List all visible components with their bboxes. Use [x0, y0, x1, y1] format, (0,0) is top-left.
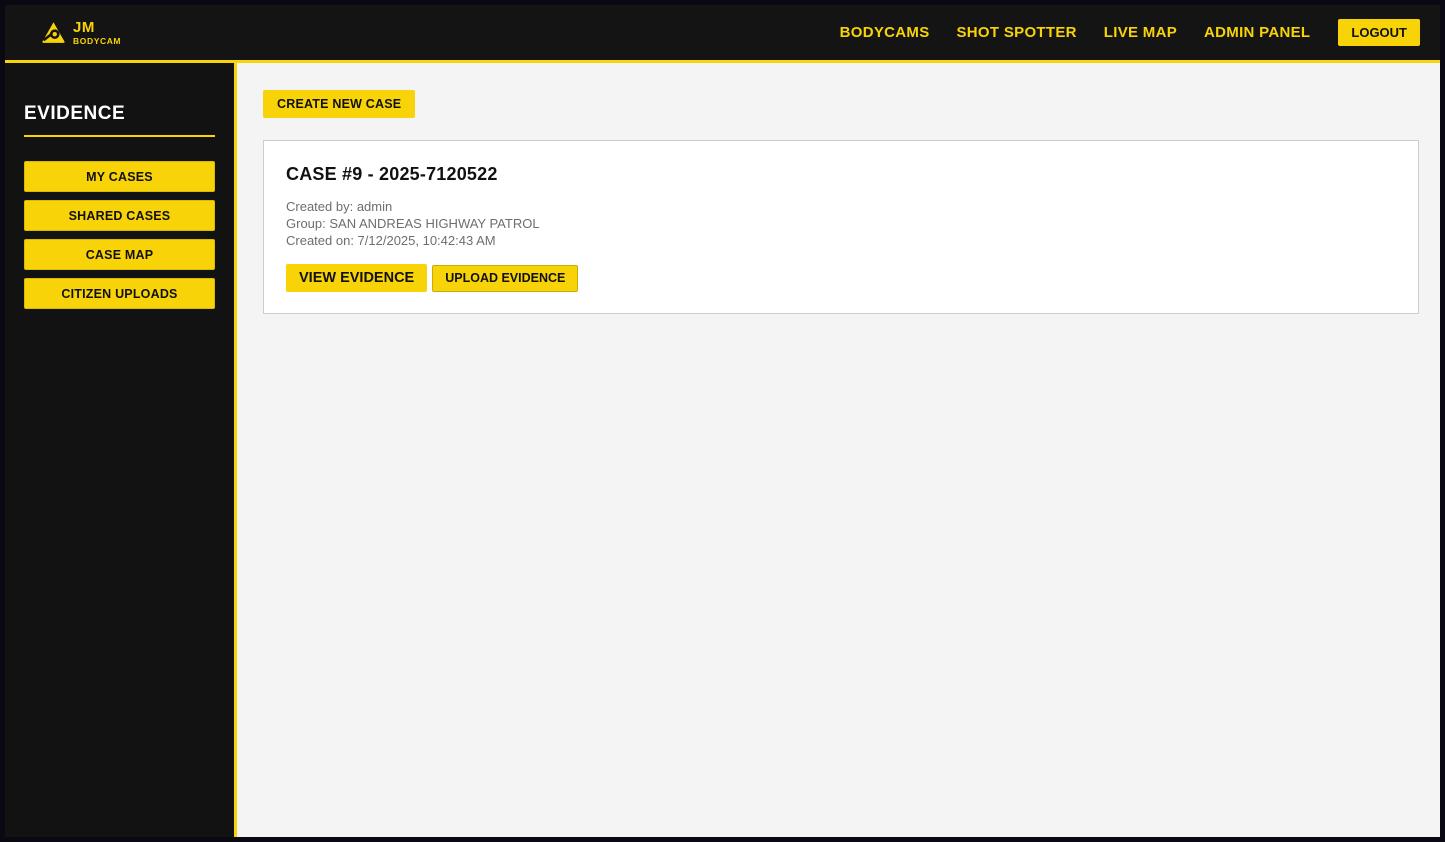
sidebar-item-citizen-uploads[interactable]: CITIZEN UPLOADS — [24, 278, 215, 309]
evidence-sidebar: EVIDENCE MY CASES SHARED CASES CASE MAP … — [5, 63, 237, 837]
case-actions: VIEW EVIDENCE UPLOAD EVIDENCE — [286, 264, 1396, 292]
case-group: Group: SAN ANDREAS HIGHWAY PATROL — [286, 216, 540, 231]
case-created-by: Created by: admin — [286, 199, 393, 214]
sidebar-item-shared-cases[interactable]: SHARED CASES — [24, 200, 215, 231]
case-title: CASE #9 - 2025-7120522 — [286, 164, 498, 184]
case-meta: Created by: admin Group: SAN ANDREAS HIG… — [286, 198, 1396, 249]
sidebar-item-case-map[interactable]: CASE MAP — [24, 239, 215, 270]
brand-title: JM — [73, 18, 95, 36]
nav-item-shot-spotter[interactable]: SHOT SPOTTER — [957, 24, 1077, 41]
main-content: CREATE NEW CASE CASE #9 - 2025-7120522 C… — [237, 63, 1440, 837]
brand-subtitle: BODYCAM — [73, 35, 122, 46]
logout-button[interactable]: LOGOUT — [1338, 19, 1420, 46]
sidebar-item-my-cases[interactable]: MY CASES — [24, 161, 215, 192]
brand: JM BODYCAM — [41, 20, 121, 46]
nav-item-admin-panel[interactable]: ADMIN PANEL — [1204, 24, 1310, 41]
nav-item-live-map[interactable]: LIVE MAP — [1104, 24, 1177, 41]
upload-evidence-button[interactable]: UPLOAD EVIDENCE — [432, 264, 579, 292]
nav-links: BODYCAMS SHOT SPOTTER LIVE MAP ADMIN PAN… — [840, 19, 1420, 46]
sidebar-title: EVIDENCE — [24, 103, 126, 124]
app-frame: JM BODYCAM BODYCAMS SHOT SPOTTER LIVE MA… — [5, 5, 1440, 837]
jm-bodycam-logo-icon — [41, 20, 66, 45]
create-new-case-button[interactable]: CREATE NEW CASE — [263, 90, 416, 118]
case-created-on: Created on: 7/12/2025, 10:42:43 AM — [286, 233, 496, 248]
nav-item-bodycams[interactable]: BODYCAMS — [840, 24, 930, 41]
body-row: EVIDENCE MY CASES SHARED CASES CASE MAP … — [5, 63, 1440, 837]
sidebar-divider — [24, 135, 215, 137]
top-navbar: JM BODYCAM BODYCAMS SHOT SPOTTER LIVE MA… — [5, 5, 1440, 63]
view-evidence-button[interactable]: VIEW EVIDENCE — [286, 264, 428, 292]
case-card: CASE #9 - 2025-7120522 Created by: admin… — [263, 140, 1419, 314]
brand-text: JM BODYCAM — [73, 20, 121, 46]
